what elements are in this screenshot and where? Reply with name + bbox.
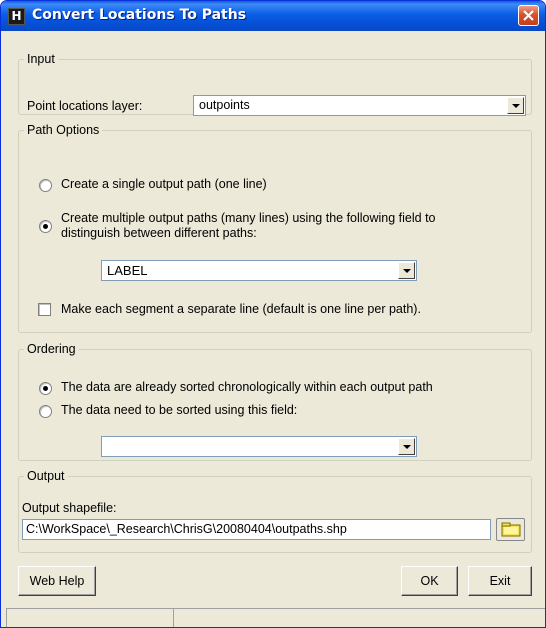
multiple-paths-label-line1: Create multiple output paths (many lines… xyxy=(61,211,436,225)
input-group: Input Point locations layer: outpoints xyxy=(18,52,532,116)
already-sorted-label: The data are already sorted chronologica… xyxy=(61,380,433,394)
output-legend: Output xyxy=(27,469,65,483)
multiple-paths-label-line2: distinguish between different paths: xyxy=(61,226,257,240)
window-title: Convert Locations To Paths xyxy=(32,7,247,23)
output-shapefile-input[interactable]: C:\WorkSpace\_Research\ChrisG\20080404\o… xyxy=(22,519,491,540)
path-options-legend: Path Options xyxy=(27,123,100,137)
ordering-legend: Ordering xyxy=(27,342,76,356)
path-field-value: LABEL xyxy=(107,263,148,278)
single-path-label: Create a single output path (one line) xyxy=(61,177,267,191)
needs-sort-radio[interactable] xyxy=(39,405,52,418)
dropdown-button[interactable] xyxy=(507,97,524,114)
output-shapefile-value: C:\WorkSpace\_Research\ChrisG\20080404\o… xyxy=(26,522,347,536)
output-shapefile-label: Output shapefile: xyxy=(22,501,117,515)
point-layer-label: Point locations layer: xyxy=(27,99,143,113)
ok-button[interactable]: OK xyxy=(401,566,458,596)
path-options-group: Path Options Create a single output path… xyxy=(18,123,532,333)
app-icon: H xyxy=(8,8,25,25)
close-button[interactable] xyxy=(518,5,539,26)
chevron-down-icon xyxy=(403,269,411,273)
input-legend: Input xyxy=(27,52,55,66)
multiple-paths-radio[interactable] xyxy=(39,220,52,233)
folder-icon xyxy=(501,522,521,537)
separate-segment-checkbox[interactable] xyxy=(38,303,51,316)
exit-button[interactable]: Exit xyxy=(468,566,532,596)
sort-field-dropdown[interactable] xyxy=(101,436,417,457)
needs-sort-label: The data need to be sorted using this fi… xyxy=(61,403,298,417)
point-layer-dropdown[interactable]: outpoints xyxy=(193,95,526,116)
ordering-group: Ordering The data are already sorted chr… xyxy=(18,342,532,461)
browse-button[interactable] xyxy=(496,518,525,541)
path-field-dropdown[interactable]: LABEL xyxy=(101,260,417,281)
status-bar xyxy=(6,608,545,627)
already-sorted-radio[interactable] xyxy=(39,382,52,395)
title-bar[interactable]: H Convert Locations To Paths xyxy=(1,1,545,31)
single-path-radio[interactable] xyxy=(39,179,52,192)
dialog-window: H Convert Locations To Paths Input Point… xyxy=(0,0,546,628)
chevron-down-icon xyxy=(512,104,520,108)
close-icon xyxy=(523,10,534,21)
output-group: Output Output shapefile: C:\WorkSpace\_R… xyxy=(18,469,532,553)
chevron-down-icon xyxy=(403,445,411,449)
web-help-button[interactable]: Web Help xyxy=(18,566,96,596)
separate-segment-label: Make each segment a separate line (defau… xyxy=(61,302,421,316)
dropdown-button[interactable] xyxy=(398,262,415,279)
point-layer-value: outpoints xyxy=(199,98,250,112)
status-pane xyxy=(6,609,174,627)
dropdown-button[interactable] xyxy=(398,438,415,455)
